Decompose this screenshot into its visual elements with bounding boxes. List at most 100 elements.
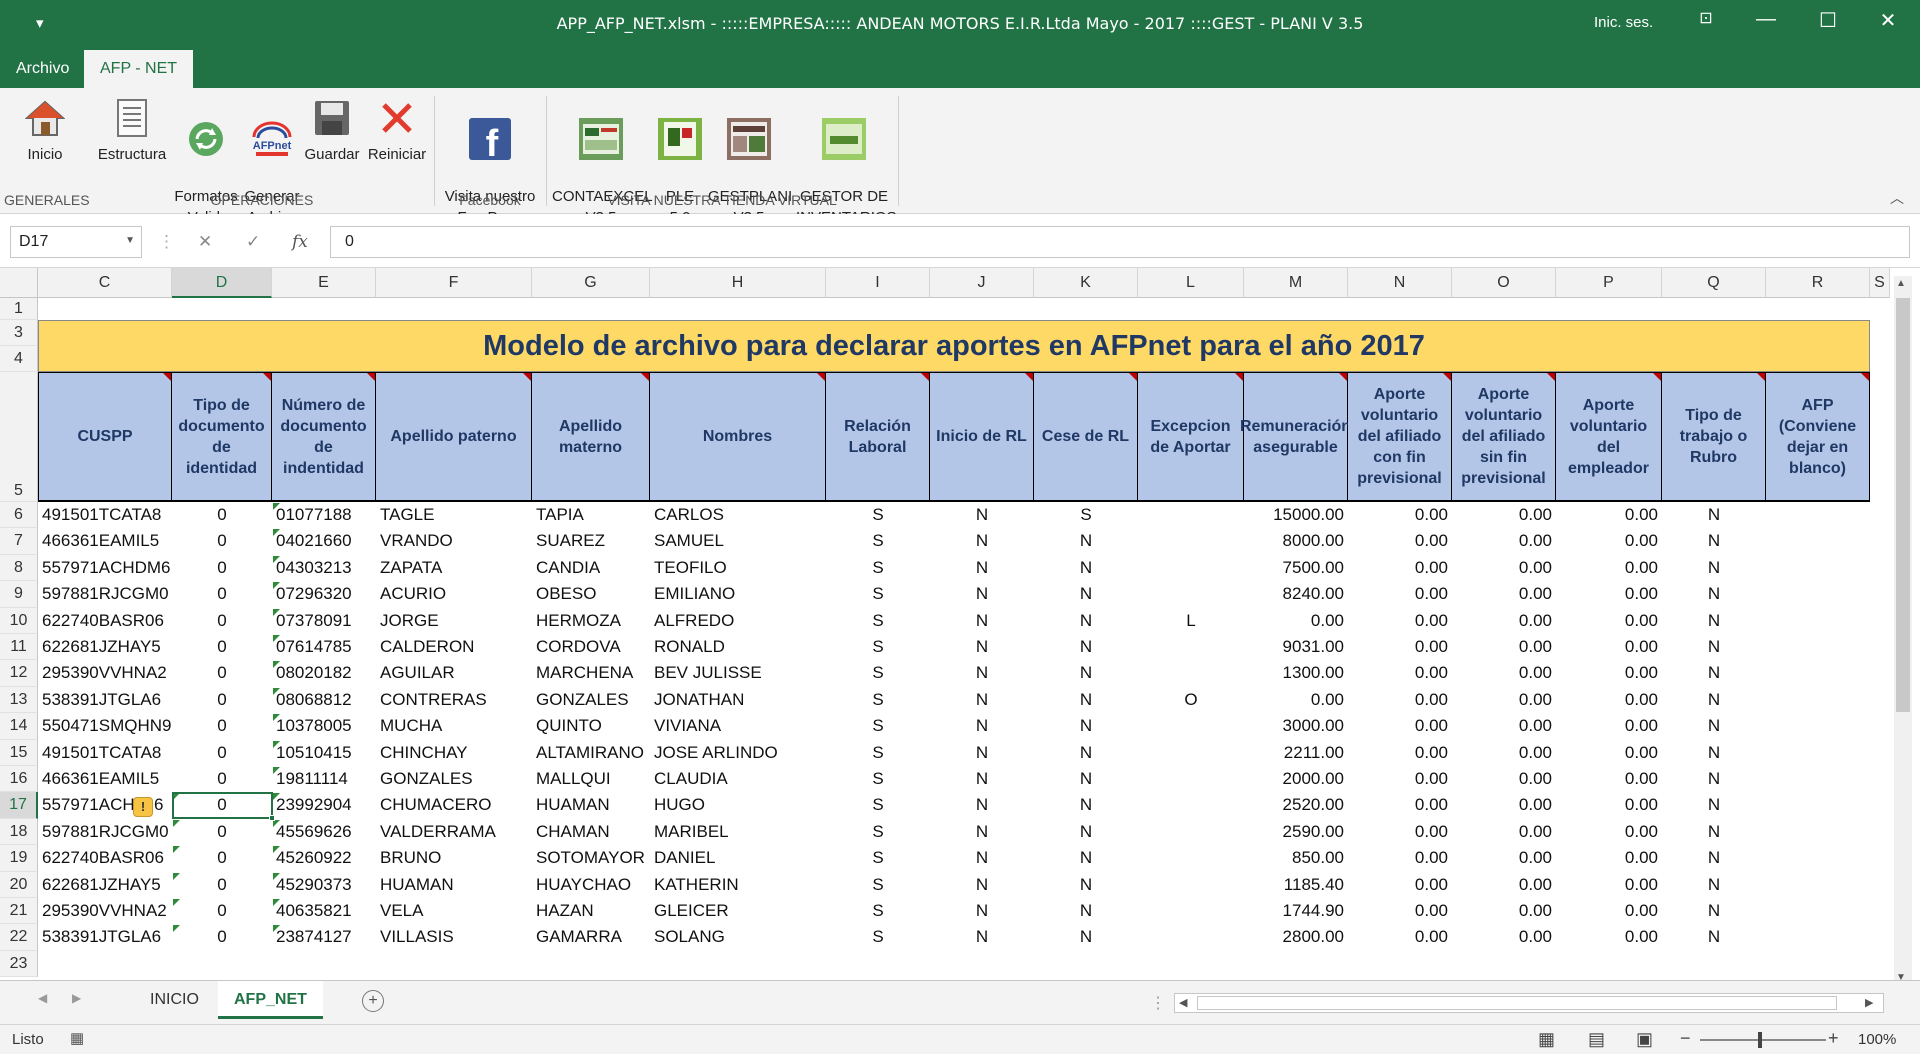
table-cell[interactable]: S [826,660,930,686]
table-cell[interactable]: 0.00 [1452,766,1556,792]
table-cell[interactable]: N [930,792,1034,818]
row-header-7[interactable]: 7 [0,528,38,555]
table-cell[interactable]: HERMOZA [532,608,650,634]
table-cell[interactable]: 04021660 [272,528,376,554]
table-cell[interactable] [1138,766,1244,792]
table-cell[interactable]: 0 [172,687,272,713]
row-header-18[interactable]: 18 [0,818,38,846]
table-cell[interactable]: S [826,581,930,607]
row-header-13[interactable]: 13 [0,686,38,714]
table-cell[interactable]: N [1662,819,1766,845]
table-cell[interactable]: N [1662,687,1766,713]
table-cell[interactable]: 0.00 [1348,608,1452,634]
header-cell[interactable]: Número de documento de indentidad [272,372,376,502]
column-header-s[interactable]: S [1870,268,1890,298]
table-cell[interactable]: 0.00 [1452,740,1556,766]
table-cell[interactable]: 0.00 [1556,819,1662,845]
header-cell[interactable]: Remuneración asegurable [1240,372,1351,502]
table-cell[interactable]: SOLANG [650,924,826,950]
table-cell[interactable]: JONATHAN [650,687,826,713]
column-header-i[interactable]: I [826,268,930,298]
table-cell[interactable]: N [1662,898,1766,924]
table-cell[interactable]: 15000.00 [1244,502,1348,528]
table-cell[interactable]: ACURIO [376,581,532,607]
table-cell[interactable]: EMILIANO [650,581,826,607]
row-header-22[interactable]: 22 [0,924,38,951]
table-cell[interactable]: MARIBEL [650,819,826,845]
table-cell[interactable]: S [826,845,930,871]
table-cell[interactable]: ALFREDO [650,608,826,634]
table-cell[interactable]: N [1034,872,1138,898]
column-header-f[interactable]: F [376,268,532,298]
table-cell[interactable] [1138,634,1244,660]
sheet-next-icon[interactable]: ▶ [72,991,81,1005]
table-cell[interactable]: N [930,608,1034,634]
table-cell[interactable]: N [930,660,1034,686]
table-cell[interactable]: N [1662,608,1766,634]
table-cell[interactable]: L [1138,608,1244,634]
table-cell[interactable]: 08020182 [272,660,376,686]
table-cell[interactable]: VELA [376,898,532,924]
table-cell[interactable]: N [930,634,1034,660]
header-cell[interactable]: Relación Laboral [826,372,930,502]
table-cell[interactable] [1138,740,1244,766]
table-cell[interactable]: JOSE ARLINDO [650,740,826,766]
table-cell[interactable]: 0.00 [1348,713,1452,739]
table-cell[interactable]: N [930,502,1034,528]
table-cell[interactable]: N [930,528,1034,554]
table-cell[interactable]: 0.00 [1244,687,1348,713]
table-cell[interactable]: 0 [172,713,272,739]
vertical-scrollbar[interactable]: ▲ ▼ [1894,276,1912,988]
minimize-icon[interactable]: — [1746,8,1786,31]
formula-input[interactable]: 0 [330,226,1910,258]
table-cell[interactable]: 0.00 [1556,608,1662,634]
column-header-p[interactable]: P [1556,268,1662,298]
table-cell[interactable]: 0.00 [1348,898,1452,924]
table-cell[interactable]: 45569626 [272,819,376,845]
table-cell[interactable]: N [1662,555,1766,581]
table-cell[interactable] [1138,713,1244,739]
table-cell[interactable]: N [1662,713,1766,739]
select-all-corner[interactable] [0,268,38,298]
table-cell[interactable]: 0 [172,634,272,660]
cancel-icon[interactable]: ✕ [198,232,212,252]
table-cell[interactable]: CANDIA [532,555,650,581]
table-cell[interactable]: 0.00 [1348,687,1452,713]
table-cell[interactable]: VALDERRAMA [376,819,532,845]
table-cell[interactable]: CONTRERAS [376,687,532,713]
table-cell[interactable]: N [1662,924,1766,950]
table-cell[interactable]: 0.00 [1348,792,1452,818]
table-cell[interactable] [1138,898,1244,924]
table-cell[interactable]: 45290373 [272,872,376,898]
table-cell[interactable]: GAMARRA [532,924,650,950]
table-cell[interactable]: 538391JTGLA6 [38,924,172,950]
table-cell[interactable]: KATHERIN [650,872,826,898]
table-cell[interactable]: 7500.00 [1244,555,1348,581]
column-header-l[interactable]: L [1138,268,1244,298]
table-cell[interactable]: HUAMAN [532,792,650,818]
table-cell[interactable]: SOTOMAYOR [532,845,650,871]
table-cell[interactable]: HUAYCHAO [532,872,650,898]
sheet-title[interactable]: Modelo de archivo para declarar aportes … [38,320,1870,372]
row-header-1[interactable]: 1 [0,298,38,320]
warning-icon[interactable]: ! [133,797,153,817]
row-header-20[interactable]: 20 [0,871,38,898]
table-cell[interactable]: 23874127 [272,924,376,950]
table-cell[interactable]: N [1034,792,1138,818]
table-cell[interactable]: CARLOS [650,502,826,528]
table-cell[interactable]: 0.00 [1556,924,1662,950]
table-cell[interactable]: N [1662,502,1766,528]
table-cell[interactable]: CHINCHAY [376,740,532,766]
table-cell[interactable]: N [1034,581,1138,607]
row-header-12[interactable]: 12 [0,660,38,687]
zoom-in-icon[interactable]: + [1828,1028,1839,1049]
table-cell[interactable]: 0.00 [1452,528,1556,554]
table-cell[interactable]: 10510415 [272,740,376,766]
maximize-icon[interactable]: ☐ [1808,8,1848,33]
table-cell[interactable]: CHUMACERO [376,792,532,818]
table-cell[interactable]: N [1034,845,1138,871]
table-cell[interactable]: MARCHENA [532,660,650,686]
table-cell[interactable]: N [1034,608,1138,634]
selected-cell-d17[interactable] [172,792,275,821]
table-cell[interactable]: TAGLE [376,502,532,528]
